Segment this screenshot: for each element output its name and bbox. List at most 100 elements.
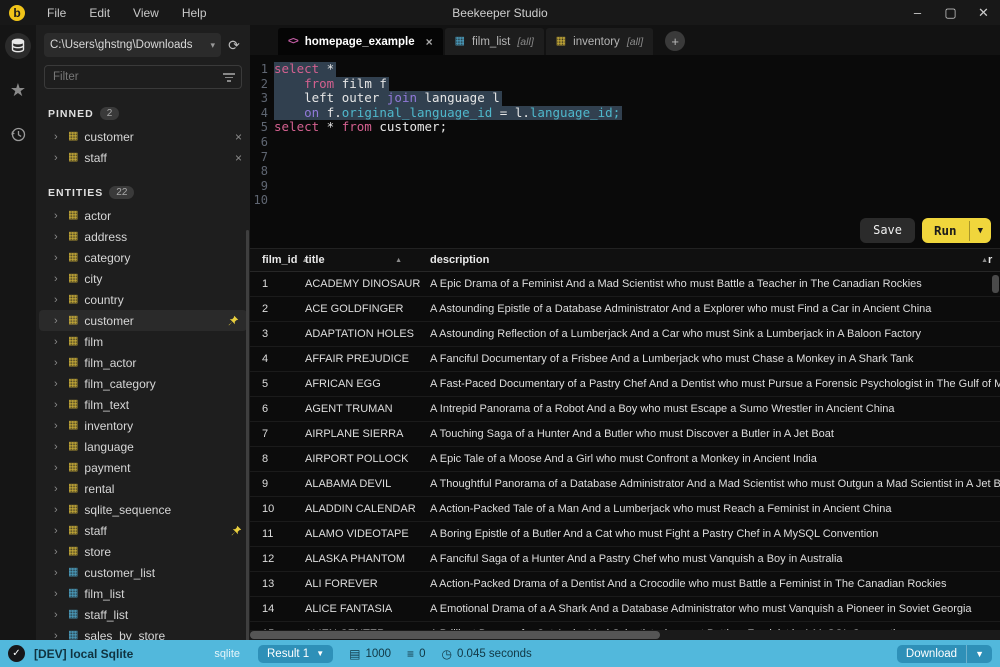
- chevron-right-icon[interactable]: ›: [54, 131, 62, 143]
- table-row[interactable]: 4AFFAIR PREJUDICEA Fanciful Documentary …: [250, 347, 1000, 372]
- menu-file[interactable]: File: [47, 6, 66, 20]
- entity-item-film[interactable]: ›▦film: [36, 331, 250, 352]
- entity-item-actor[interactable]: ›▦actor: [36, 205, 250, 226]
- pinned-item-customer[interactable]: ›▦customer×: [36, 126, 250, 147]
- entity-item-label: language: [84, 440, 133, 454]
- chevron-right-icon[interactable]: ›: [54, 294, 62, 306]
- menu-help[interactable]: Help: [182, 6, 207, 20]
- menu-view[interactable]: View: [133, 6, 159, 20]
- entity-item-category[interactable]: ›▦category: [36, 247, 250, 268]
- maximize-button[interactable]: ▢: [934, 0, 967, 25]
- unpin-icon[interactable]: ×: [235, 130, 242, 144]
- chevron-right-icon[interactable]: ›: [54, 252, 62, 264]
- download-button[interactable]: Download: [897, 645, 966, 663]
- favorites-star-icon[interactable]: ★: [5, 77, 31, 103]
- chevron-right-icon[interactable]: ›: [54, 315, 62, 327]
- entity-item-rental[interactable]: ›▦rental: [36, 478, 250, 499]
- table-row[interactable]: 3ADAPTATION HOLESA Astounding Reflection…: [250, 322, 1000, 347]
- save-button[interactable]: Save: [860, 218, 915, 243]
- chevron-right-icon[interactable]: ›: [54, 588, 62, 600]
- table-row[interactable]: 9ALABAMA DEVILA Thoughtful Panorama of a…: [250, 472, 1000, 497]
- table-row[interactable]: 5AFRICAN EGGA Fast-Paced Documentary of …: [250, 372, 1000, 397]
- table-row[interactable]: 6AGENT TRUMANA Intrepid Panorama of a Ro…: [250, 397, 1000, 422]
- token: [274, 76, 304, 91]
- run-button[interactable]: Run ▼: [922, 218, 991, 243]
- chevron-right-icon[interactable]: ›: [54, 525, 62, 537]
- chevron-right-icon[interactable]: ›: [54, 609, 62, 621]
- entity-item-language[interactable]: ›▦language: [36, 436, 250, 457]
- database-icon[interactable]: [5, 33, 31, 59]
- entity-item-film_category[interactable]: ›▦film_category: [36, 373, 250, 394]
- table-row[interactable]: 7AIRPLANE SIERRAA Touching Saga of a Hun…: [250, 422, 1000, 447]
- entity-item-staff_list[interactable]: ›▦staff_list: [36, 604, 250, 625]
- chevron-right-icon[interactable]: ›: [54, 567, 62, 579]
- column-header-title[interactable]: title▲: [305, 254, 430, 266]
- entity-item-sqlite_sequence[interactable]: ›▦sqlite_sequence: [36, 499, 250, 520]
- entity-item-film_text[interactable]: ›▦film_text: [36, 394, 250, 415]
- entity-item-sales_by_store[interactable]: ›▦sales_by_store: [36, 625, 250, 640]
- tab-film_list[interactable]: ▦film_list[all]: [445, 28, 544, 55]
- chevron-right-icon[interactable]: ›: [54, 630, 62, 641]
- entity-item-customer_list[interactable]: ›▦customer_list: [36, 562, 250, 583]
- result-selector[interactable]: Result 1▼: [258, 645, 333, 663]
- chevron-right-icon[interactable]: ›: [54, 504, 62, 516]
- tab-homepage_example[interactable]: <>homepage_example×: [278, 28, 443, 55]
- tab-label: homepage_example: [305, 36, 415, 48]
- close-button[interactable]: ✕: [967, 0, 1000, 25]
- column-header-partial[interactable]: r: [988, 254, 1000, 266]
- connection-selector[interactable]: C:\Users\ghstng\Downloads ▾: [44, 33, 221, 57]
- entity-item-inventory[interactable]: ›▦inventory: [36, 415, 250, 436]
- chevron-right-icon[interactable]: ›: [54, 231, 62, 243]
- chevron-right-icon[interactable]: ›: [54, 462, 62, 474]
- entity-item-country[interactable]: ›▦country: [36, 289, 250, 310]
- cell-title: AFRICAN EGG: [305, 378, 430, 390]
- minimize-button[interactable]: –: [901, 0, 934, 25]
- horizontal-scrollbar[interactable]: [250, 630, 1000, 640]
- chevron-right-icon[interactable]: ›: [54, 441, 62, 453]
- vertical-scrollbar[interactable]: [992, 275, 999, 293]
- table-row[interactable]: 14ALICE FANTASIAA Emotional Drama of a A…: [250, 597, 1000, 622]
- entity-item-payment[interactable]: ›▦payment: [36, 457, 250, 478]
- chevron-right-icon[interactable]: ›: [54, 273, 62, 285]
- entity-item-city[interactable]: ›▦city: [36, 268, 250, 289]
- table-row[interactable]: 13ALI FOREVERA Action-Packed Drama of a …: [250, 572, 1000, 597]
- close-icon[interactable]: ×: [426, 35, 433, 49]
- column-header-film-id[interactable]: film_id▲: [250, 254, 305, 266]
- entity-item-customer[interactable]: ›▦customer: [39, 310, 247, 331]
- table-row[interactable]: 12ALASKA PHANTOMA Fanciful Saga of a Hun…: [250, 547, 1000, 572]
- tab-inventory[interactable]: ▦inventory[all]: [546, 28, 653, 55]
- new-tab-button[interactable]: +: [665, 31, 685, 51]
- sql-editor[interactable]: 1select *2 from film f3 left outer join …: [250, 55, 1000, 248]
- history-icon[interactable]: [5, 121, 31, 147]
- scrollbar-thumb[interactable]: [250, 631, 660, 639]
- chevron-right-icon[interactable]: ›: [54, 399, 62, 411]
- table-row[interactable]: 11ALAMO VIDEOTAPEA Boring Epistle of a B…: [250, 522, 1000, 547]
- table-row[interactable]: 8AIRPORT POLLOCKA Epic Tale of a Moose A…: [250, 447, 1000, 472]
- entity-item-film_list[interactable]: ›▦film_list: [36, 583, 250, 604]
- pinned-item-staff[interactable]: ›▦staff×: [36, 147, 250, 168]
- chevron-right-icon[interactable]: ›: [54, 152, 62, 164]
- chevron-right-icon[interactable]: ›: [54, 420, 62, 432]
- chevron-right-icon[interactable]: ›: [54, 210, 62, 222]
- connection-status[interactable]: ✓ [DEV] local Sqlite sqlite: [0, 645, 250, 662]
- refresh-icon[interactable]: ⟳: [226, 37, 242, 54]
- chevron-right-icon[interactable]: ›: [54, 336, 62, 348]
- sidebar-scrollbar[interactable]: [246, 230, 249, 640]
- table-row[interactable]: 10ALADDIN CALENDARA Action-Packed Tale o…: [250, 497, 1000, 522]
- filter-input[interactable]: [44, 65, 242, 89]
- chevron-right-icon[interactable]: ›: [54, 483, 62, 495]
- chevron-right-icon[interactable]: ›: [54, 357, 62, 369]
- chevron-right-icon[interactable]: ›: [54, 546, 62, 558]
- entity-item-film_actor[interactable]: ›▦film_actor: [36, 352, 250, 373]
- unpin-icon[interactable]: ×: [235, 151, 242, 165]
- column-header-description[interactable]: description▲: [430, 254, 988, 266]
- download-dropdown-caret-icon[interactable]: ▼: [966, 645, 992, 663]
- run-dropdown-caret-icon[interactable]: ▼: [969, 221, 991, 241]
- table-row[interactable]: 1ACADEMY DINOSAURA Epic Drama of a Femin…: [250, 272, 1000, 297]
- table-row[interactable]: 2ACE GOLDFINGERA Astounding Epistle of a…: [250, 297, 1000, 322]
- entity-item-address[interactable]: ›▦address: [36, 226, 250, 247]
- menu-edit[interactable]: Edit: [89, 6, 110, 20]
- chevron-right-icon[interactable]: ›: [54, 378, 62, 390]
- entity-item-staff[interactable]: ›▦staff: [36, 520, 250, 541]
- entity-item-store[interactable]: ›▦store: [36, 541, 250, 562]
